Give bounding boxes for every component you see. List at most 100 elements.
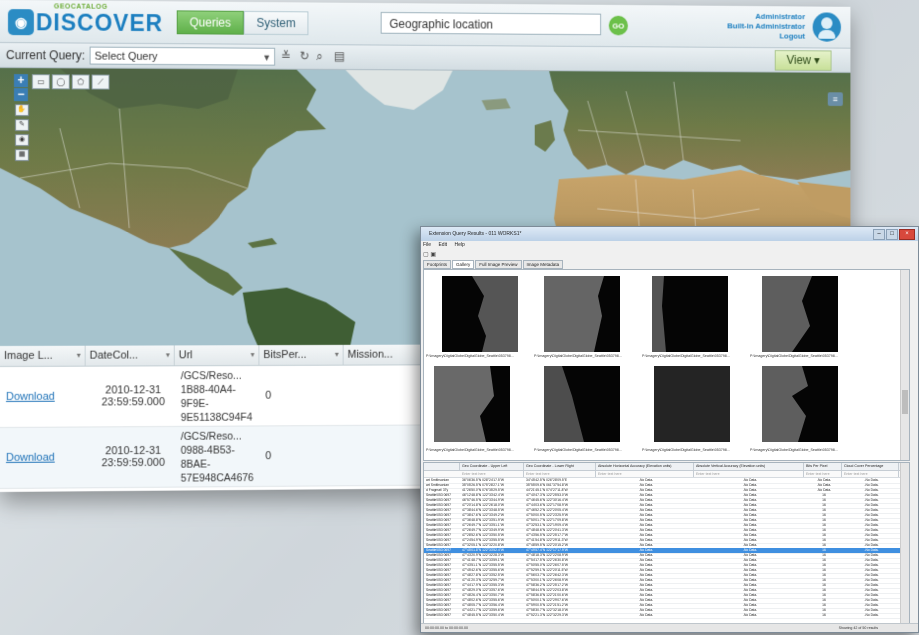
layers-menu-icon[interactable]: ≡ (827, 92, 843, 106)
thumbnail-caption: P:\Imagery\DigitalGlobe\DigitalGlobe_Sea… (534, 354, 622, 358)
query-select[interactable]: Select Query ▼ (89, 46, 276, 66)
column-header[interactable]: Image L... ▾ (0, 345, 86, 366)
user-avatar-icon[interactable] (812, 12, 841, 42)
clipboard-icon[interactable]: ▤ (334, 49, 345, 63)
grid-icon[interactable]: ▦ (14, 149, 29, 162)
drawing-icon[interactable]: ✎ (14, 119, 29, 132)
column-header[interactable]: Url ▾ (174, 345, 260, 366)
thumbnail-caption: P:\Imagery\DigitalGlobe\DigitalGlobe_Sea… (642, 354, 730, 358)
column-header[interactable]: Geo Coordinate - Upper Left (460, 463, 524, 470)
filter-input[interactable]: Enter text here (460, 471, 524, 477)
image-thumbnail[interactable] (652, 276, 728, 352)
table-cell: -No Data- (638, 613, 654, 617)
main-tabs: Queries System (176, 10, 309, 36)
thumbnail-caption: P:\Imagery\DigitalGlobe\DigitalGlobe_Sea… (534, 448, 622, 452)
table-cell: 47°52'21.3"N 122°32'29.3"W (526, 613, 568, 617)
tab-queries[interactable]: Queries (176, 10, 244, 35)
image-gallery: P:\Imagery\DigitalGlobe\DigitalGlobe_Sea… (423, 269, 910, 461)
globe-icon: ◉ (7, 9, 34, 36)
search-icon[interactable]: ⌕ (316, 49, 323, 64)
column-header[interactable]: Absolute Horizontal Accuracy (Elevation … (596, 463, 694, 470)
filter-input[interactable]: Enter text here (804, 471, 842, 477)
column-header[interactable] (424, 463, 460, 470)
column-header[interactable]: BitsPer... ▾ (259, 344, 344, 365)
column-header[interactable]: Bits Per Pixel (804, 463, 842, 470)
tab-system[interactable]: System (243, 10, 309, 36)
save-icon[interactable]: ▣ (430, 252, 436, 258)
date-value: 2010-12-31 (105, 444, 162, 458)
close-icon[interactable]: × (899, 229, 915, 240)
filter-input[interactable]: Enter text here (524, 471, 596, 477)
minimize-icon[interactable]: – (873, 229, 885, 240)
query-select-value: Select Query (94, 50, 158, 63)
draw-polygon-icon[interactable]: ⬠ (71, 74, 90, 90)
chevron-down-icon: ▾ (76, 350, 81, 360)
tab-image-metadata[interactable]: Image Metadata (522, 260, 564, 269)
chevron-down-icon: ▾ (165, 350, 170, 360)
eye-icon[interactable]: ◉ (14, 134, 29, 147)
column-header[interactable]: Mission... (343, 344, 422, 365)
download-link[interactable]: Download (6, 391, 55, 403)
filter-input[interactable]: Enter text here (842, 471, 899, 477)
pan-hand-icon[interactable]: ✋ (14, 104, 29, 117)
window-controls: – □ × (872, 229, 915, 240)
app-logo[interactable]: ◉ GEOCATALOG DISCOVER (7, 2, 164, 39)
table-cell: -No Data- (742, 613, 758, 617)
tab-gallery[interactable]: Gallery (452, 260, 475, 269)
column-header[interactable]: DateCol... ▾ (85, 345, 175, 366)
image-thumbnail[interactable] (654, 366, 730, 442)
download-link[interactable]: Download (6, 452, 55, 464)
location-search-input[interactable]: Geographic location (380, 11, 602, 36)
query-results-window: Extension Query Results - 011 WORKS1* – … (420, 226, 919, 633)
date-value: 2010-12-31 (105, 384, 162, 397)
logo-title: DISCOVER (35, 8, 164, 36)
table-cell: -No Data- (864, 613, 879, 617)
image-thumbnail[interactable] (544, 276, 620, 352)
view-menu-button[interactable]: View ▾ (774, 50, 832, 71)
status-left: 00:00:00.00 to 00:00:00.00 (425, 626, 468, 630)
zoom-out-button[interactable]: − (13, 87, 28, 102)
user-info: Administrator Built-in Administrator Log… (727, 12, 805, 42)
gallery-scrollbar[interactable] (900, 270, 909, 460)
bits-value: 0 (265, 389, 272, 402)
menu-file[interactable]: File (423, 242, 431, 248)
draw-rectangle-icon[interactable]: ▭ (31, 74, 50, 90)
image-thumbnail[interactable] (544, 366, 620, 442)
window-toolbar: ▢ ▣ (423, 251, 436, 258)
chevron-down-icon: ▾ (250, 350, 255, 360)
refresh-icon[interactable]: ↻ (300, 49, 310, 63)
menu-edit[interactable]: Edit (438, 242, 447, 248)
column-header[interactable]: Absolute Vertical Accuracy (Elevation un… (694, 463, 804, 470)
logout-link[interactable]: Logout (727, 31, 805, 41)
image-thumbnail[interactable] (762, 366, 838, 442)
status-bar: 00:00:00.00 to 00:00:00.00 Showing 42 of… (421, 623, 918, 632)
results-table-header: Geo Coordinate - Upper Left Geo Coordinat… (424, 463, 909, 471)
double-chevron-down-icon[interactable]: ≚ (281, 49, 291, 63)
column-header[interactable]: Cloud Cover Percentage (842, 463, 899, 470)
column-header[interactable]: Geo Coordinate - Lower Right (524, 463, 596, 470)
thumbnail-caption: P:\Imagery\DigitalGlobe\DigitalGlobe_Sea… (750, 354, 838, 358)
top-header: ◉ GEOCATALOG DISCOVER Queries System Geo… (0, 0, 851, 49)
user-role: Built-in Administrator (727, 21, 806, 31)
table-scrollbar[interactable] (900, 463, 909, 623)
tab-footprints[interactable]: Footprints (423, 260, 452, 269)
image-thumbnail[interactable] (434, 366, 510, 442)
maximize-icon[interactable]: □ (886, 229, 898, 240)
status-right: Showing 42 of 50 results (838, 626, 878, 630)
table-row[interactable]: Seattle\053 0697 47°48'45.5"N 122°33'50.4… (424, 613, 909, 619)
filter-input[interactable]: Enter text here (596, 471, 694, 477)
chevron-down-icon: ▾ (334, 349, 339, 359)
menu-bar: File Edit Help (423, 242, 471, 248)
new-file-icon[interactable]: ▢ (423, 252, 429, 258)
draw-line-icon[interactable]: ⟋ (91, 74, 110, 90)
logo-subtitle: GEOCATALOG (53, 2, 108, 11)
image-thumbnail[interactable] (762, 276, 838, 352)
filter-row: Enter text here Enter text here Enter text… (424, 471, 909, 478)
menu-help[interactable]: Help (454, 242, 464, 248)
draw-circle-icon[interactable]: ◯ (51, 74, 70, 90)
zoom-in-button[interactable]: + (13, 73, 28, 88)
image-thumbnail[interactable] (442, 276, 518, 352)
filter-input[interactable]: Enter text here (694, 471, 804, 477)
tab-full-image-preview[interactable]: Full Image Preview (475, 260, 522, 269)
go-button[interactable]: GO (608, 15, 628, 36)
